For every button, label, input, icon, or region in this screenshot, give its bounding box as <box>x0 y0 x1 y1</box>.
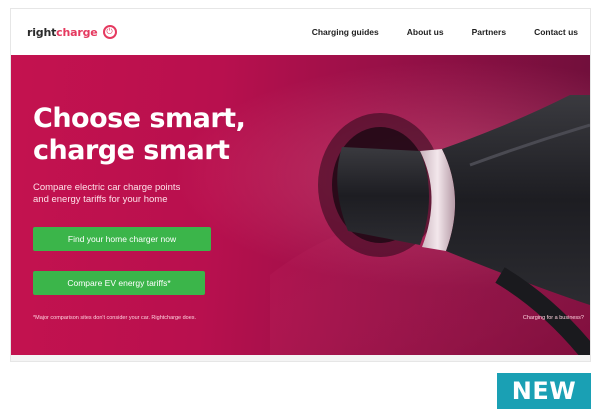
comparison-footnote: *Major comparison sites don't consider y… <box>33 315 197 321</box>
find-home-charger-button[interactable]: Find your home charger now <box>33 227 211 251</box>
nav-about-us[interactable]: About us <box>407 27 444 37</box>
hero-subtext: Compare electric car charge points and e… <box>33 182 181 205</box>
logo-wordmark: rightcharge <box>27 25 98 39</box>
logo[interactable]: rightcharge ⏻ <box>27 25 117 39</box>
hero-headline: Choose smart, charge smart <box>33 103 246 166</box>
page-content-below <box>11 355 590 361</box>
business-charging-link[interactable]: Charging for a business? <box>523 315 584 321</box>
main-nav: Charging guides About us Partners Contac… <box>312 27 578 37</box>
website-screenshot: rightcharge ⏻ Charging guides About us P… <box>10 8 591 362</box>
site-header: rightcharge ⏻ Charging guides About us P… <box>11 9 590 55</box>
nav-charging-guides[interactable]: Charging guides <box>312 27 379 37</box>
nav-partners[interactable]: Partners <box>472 27 507 37</box>
power-plug-icon: ⏻ <box>102 25 117 39</box>
new-badge: NEW <box>497 373 591 409</box>
nav-contact-us[interactable]: Contact us <box>534 27 578 37</box>
compare-energy-tariffs-button[interactable]: Compare EV energy tariffs* <box>33 271 205 295</box>
ev-charger-plug-image <box>270 95 590 355</box>
hero-banner: Choose smart, charge smart Compare elect… <box>11 55 590 355</box>
